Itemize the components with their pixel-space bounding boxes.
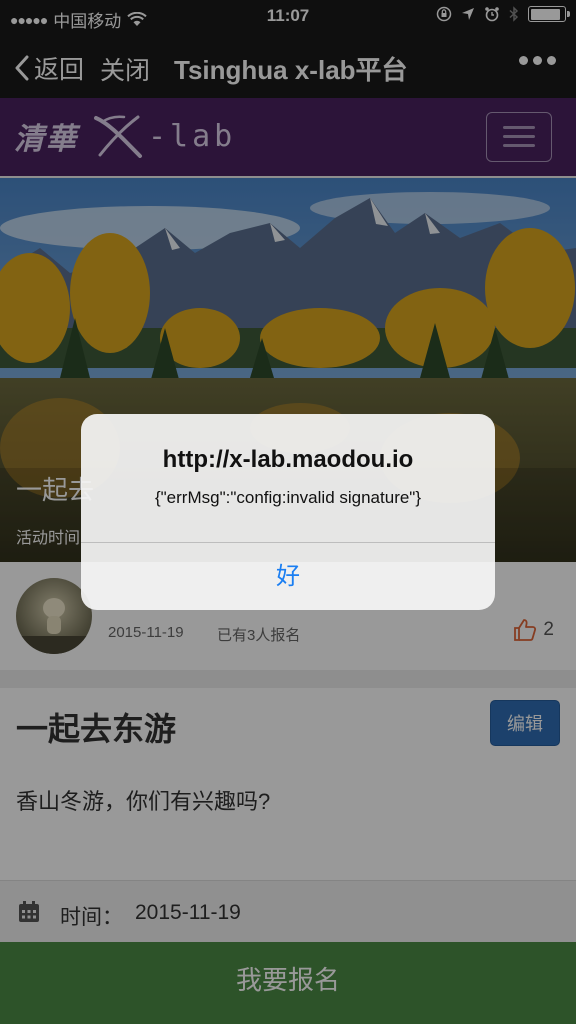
alert-title: http://x-lab.maodou.io xyxy=(162,446,414,473)
alert-dialog: http://x-lab.maodou.io {"errMsg":"config… xyxy=(81,414,495,610)
alert-message: {"errMsg":"config:invalid signature"} xyxy=(154,488,422,507)
alert-ok-button[interactable]: 好 xyxy=(81,543,495,610)
